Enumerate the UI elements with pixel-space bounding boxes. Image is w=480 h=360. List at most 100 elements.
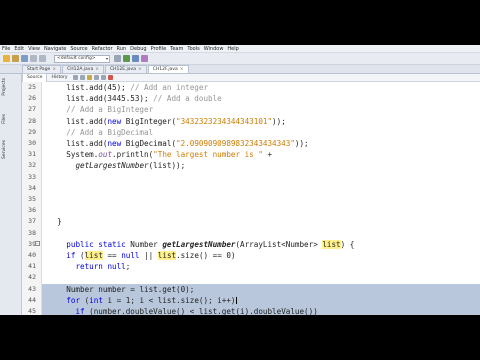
line-number: 30	[28, 139, 36, 147]
menu-item-window[interactable]: Window	[204, 45, 224, 53]
editor-tab[interactable]: CH12A.java ×	[62, 65, 105, 73]
close-icon[interactable]: ×	[180, 67, 184, 72]
save-all-icon[interactable]	[21, 55, 28, 62]
menu-bar: File Edit View Navigate Source Refactor Run Deb…	[0, 45, 480, 53]
fold-toggle-icon[interactable]: −	[35, 240, 40, 246]
code-token: .println(	[112, 150, 154, 160]
code-text: if (list == null || list.size() == 0)	[48, 250, 236, 261]
code-token: (	[75, 251, 85, 260]
stop-macro-icon[interactable]	[108, 75, 114, 80]
toolbar: <default config> ▾	[0, 53, 480, 65]
line-number: 26	[28, 94, 36, 103]
code-token: "2.0909090989832343434343"	[176, 139, 295, 148]
code-token: ==	[102, 251, 122, 260]
left-sidebar: Projects Files Services	[0, 74, 22, 315]
code-token: .get(0);	[157, 284, 195, 294]
editor-tab[interactable]: CH12F.java ×	[147, 65, 189, 73]
code-editor[interactable]: 25 list.add(45); // Add an integer 26 lis…	[28, 82, 480, 315]
config-combo-label: <default config>	[57, 55, 96, 61]
code-token: list	[84, 251, 103, 260]
editor-tab-bar: Start Page × CH12A.java × CH12E.java × CH12F.j…	[0, 65, 480, 74]
build-icon[interactable]	[114, 55, 121, 62]
code-line: 34	[28, 183, 480, 194]
code-token: Number number =	[48, 284, 140, 294]
menu-item-tools[interactable]: Tools	[187, 45, 199, 53]
code-token: "The largest number is "	[153, 150, 263, 160]
code-text: Number number = list.get(0);	[48, 284, 194, 295]
close-icon[interactable]: ×	[52, 67, 56, 72]
menu-item-edit[interactable]: Edit	[14, 45, 24, 53]
forward-icon[interactable]	[80, 75, 86, 80]
code-token: list.add(45);	[48, 83, 131, 92]
find-icon[interactable]	[87, 75, 93, 80]
tab-history[interactable]: History	[47, 74, 71, 82]
code-token: BigDecimal(	[121, 139, 177, 148]
text-cursor	[236, 297, 237, 304]
menu-item-run[interactable]: Run	[117, 45, 127, 53]
debug-icon[interactable]	[132, 55, 139, 62]
shift-left-icon[interactable]	[94, 75, 100, 80]
code-token: list.add(	[48, 139, 108, 148]
menu-item-file[interactable]: File	[2, 45, 10, 53]
editor-tab-label: Start Page	[27, 67, 51, 72]
config-combo[interactable]: <default config> ▾	[54, 54, 110, 63]
code-line: 30 list.add(new BigDecimal("2.0909090989…	[28, 138, 480, 149]
shift-right-icon[interactable]	[101, 75, 107, 80]
sidebar-tab-services[interactable]: Services	[2, 140, 7, 159]
code-token: (ArrayList<Number>	[235, 239, 323, 249]
redo-icon[interactable]	[39, 55, 46, 62]
menu-item-view[interactable]: View	[28, 45, 40, 53]
profile-icon[interactable]	[141, 55, 148, 62]
editor-tab[interactable]: CH12E.java ×	[105, 65, 147, 73]
code-token: list	[157, 251, 177, 260]
code-token: new	[107, 116, 122, 126]
code-line: 40 if (list == null || list.size() == 0)	[28, 250, 480, 261]
code-text: // Add a BigInteger	[48, 104, 153, 115]
menu-item-navigate[interactable]: Navigate	[44, 45, 66, 53]
editor-tab[interactable]: Start Page ×	[22, 65, 62, 73]
menu-item-help[interactable]: Help	[227, 45, 238, 53]
menu-item-team[interactable]: Team	[170, 45, 183, 53]
sidebar-tab-projects[interactable]: Projects	[2, 78, 7, 96]
code-line: 36	[28, 205, 480, 216]
code-line: 35	[28, 194, 480, 205]
code-token: i = 1; i <	[102, 295, 158, 305]
code-line: 26 list.add(3445.53); // Add a double	[28, 93, 480, 104]
code-token: BigInteger(	[121, 116, 177, 126]
menu-item-refactor[interactable]: Refactor	[92, 45, 113, 53]
undo-icon[interactable]	[30, 55, 37, 62]
menu-item-profile[interactable]: Profile	[151, 45, 167, 53]
code-line: 25 list.add(45); // Add an integer	[28, 82, 480, 93]
menu-item-debug[interactable]: Debug	[130, 45, 146, 53]
run-icon[interactable]	[123, 55, 130, 62]
line-number: 34	[28, 183, 36, 192]
code-line: 31 System.out.println("The largest numbe…	[28, 149, 480, 160]
line-number: 36	[28, 206, 36, 215]
code-line: 33	[28, 172, 480, 183]
code-token: list	[198, 307, 218, 315]
code-token: (number.doubleValue() <	[84, 307, 199, 315]
open-project-icon[interactable]	[12, 55, 19, 62]
menu-item-source[interactable]: Source	[70, 45, 87, 53]
close-icon[interactable]: ×	[95, 67, 99, 72]
code-token: "3432323234344343101"	[176, 116, 273, 126]
code-text: list.add(45); // Add an integer	[48, 82, 208, 93]
code-token: new	[107, 139, 122, 148]
sidebar-tab-files[interactable]: Files	[2, 114, 7, 124]
tab-source[interactable]: Source	[22, 73, 48, 82]
close-icon[interactable]: ×	[138, 67, 142, 72]
new-file-icon[interactable]	[3, 55, 10, 62]
code-text: public static Number getLargestNumber(Ar…	[48, 239, 354, 250]
line-number: 35	[28, 195, 36, 203]
back-icon[interactable]	[73, 75, 79, 80]
code-line: 41 return null;	[28, 261, 480, 272]
code-token: System.	[48, 150, 99, 160]
code-text: if (number.doubleValue() < list.get(i).d…	[48, 306, 317, 315]
line-number: 28	[28, 116, 36, 125]
code-text: list.add(new BigInteger("343232323434434…	[48, 116, 285, 127]
ide-window: File Edit View Navigate Source Refactor Run Deb…	[0, 45, 480, 315]
line-number: 25	[28, 83, 36, 91]
